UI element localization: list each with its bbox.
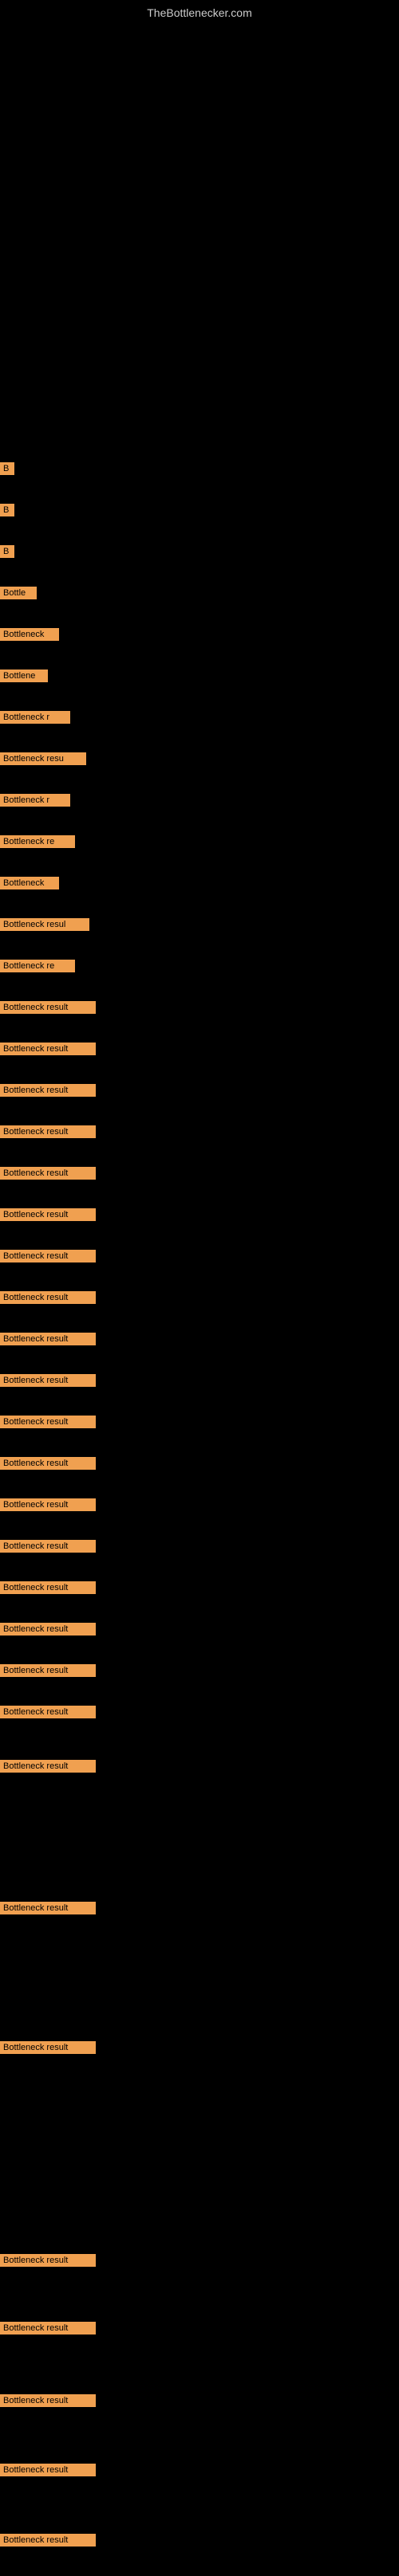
bottleneck-result-label: Bottleneck result <box>0 1374 96 1387</box>
bottleneck-result-label: Bottleneck result <box>0 1125 96 1138</box>
bottleneck-result-label: Bottleneck result <box>0 1043 96 1055</box>
bottleneck-result-label: Bottleneck result <box>0 1498 96 1511</box>
bottleneck-result-label: Bottleneck result <box>0 2254 96 2267</box>
bottleneck-result-label: Bottleneck resul <box>0 918 89 931</box>
bottleneck-result-label: Bottleneck result <box>0 1333 96 1345</box>
bottleneck-result-label: Bottleneck re <box>0 960 75 972</box>
bottleneck-result-label: B <box>0 545 14 558</box>
bottleneck-result-label: Bottle <box>0 587 37 599</box>
bottleneck-result-label: Bottleneck result <box>0 2394 96 2407</box>
bottleneck-result-label: Bottleneck result <box>0 2534 96 2547</box>
bottleneck-result-label: Bottleneck result <box>0 1167 96 1180</box>
bottleneck-result-label: Bottleneck result <box>0 1001 96 1014</box>
bottleneck-result-label: Bottleneck result <box>0 1457 96 1470</box>
bottleneck-result-label: Bottleneck result <box>0 2322 96 2334</box>
bottleneck-result-label: Bottleneck result <box>0 1291 96 1304</box>
bottleneck-result-label: Bottleneck r <box>0 711 70 724</box>
bottleneck-result-label: Bottleneck result <box>0 1540 96 1553</box>
bottleneck-result-label: Bottleneck result <box>0 1416 96 1428</box>
labels-container: B B B Bottle Bottleneck Bottlene Bottleneck r B… <box>0 26 399 2576</box>
bottleneck-result-label: Bottleneck resu <box>0 752 86 765</box>
bottleneck-result-label: Bottleneck result <box>0 1760 96 1773</box>
bottleneck-result-label: Bottleneck <box>0 877 59 889</box>
bottleneck-result-label: Bottleneck result <box>0 1902 96 1914</box>
site-title: TheBottlenecker.com <box>0 0 399 26</box>
bottleneck-result-label: Bottleneck <box>0 628 59 641</box>
bottleneck-result-label: Bottleneck result <box>0 1208 96 1221</box>
bottleneck-result-label: Bottlene <box>0 670 48 682</box>
bottleneck-result-label: Bottleneck result <box>0 1706 96 1718</box>
bottleneck-result-label: Bottleneck result <box>0 1623 96 1636</box>
bottleneck-result-label: Bottleneck result <box>0 1250 96 1262</box>
bottleneck-result-label: Bottleneck result <box>0 1664 96 1677</box>
bottleneck-result-label: Bottleneck re <box>0 835 75 848</box>
bottleneck-result-label: B <box>0 462 14 475</box>
bottleneck-result-label: Bottleneck result <box>0 1581 96 1594</box>
bottleneck-result-label: Bottleneck result <box>0 2464 96 2476</box>
bottleneck-result-label: Bottleneck result <box>0 2041 96 2054</box>
bottleneck-result-label: Bottleneck r <box>0 794 70 807</box>
bottleneck-result-label: Bottleneck result <box>0 1084 96 1097</box>
bottleneck-result-label: B <box>0 504 14 516</box>
